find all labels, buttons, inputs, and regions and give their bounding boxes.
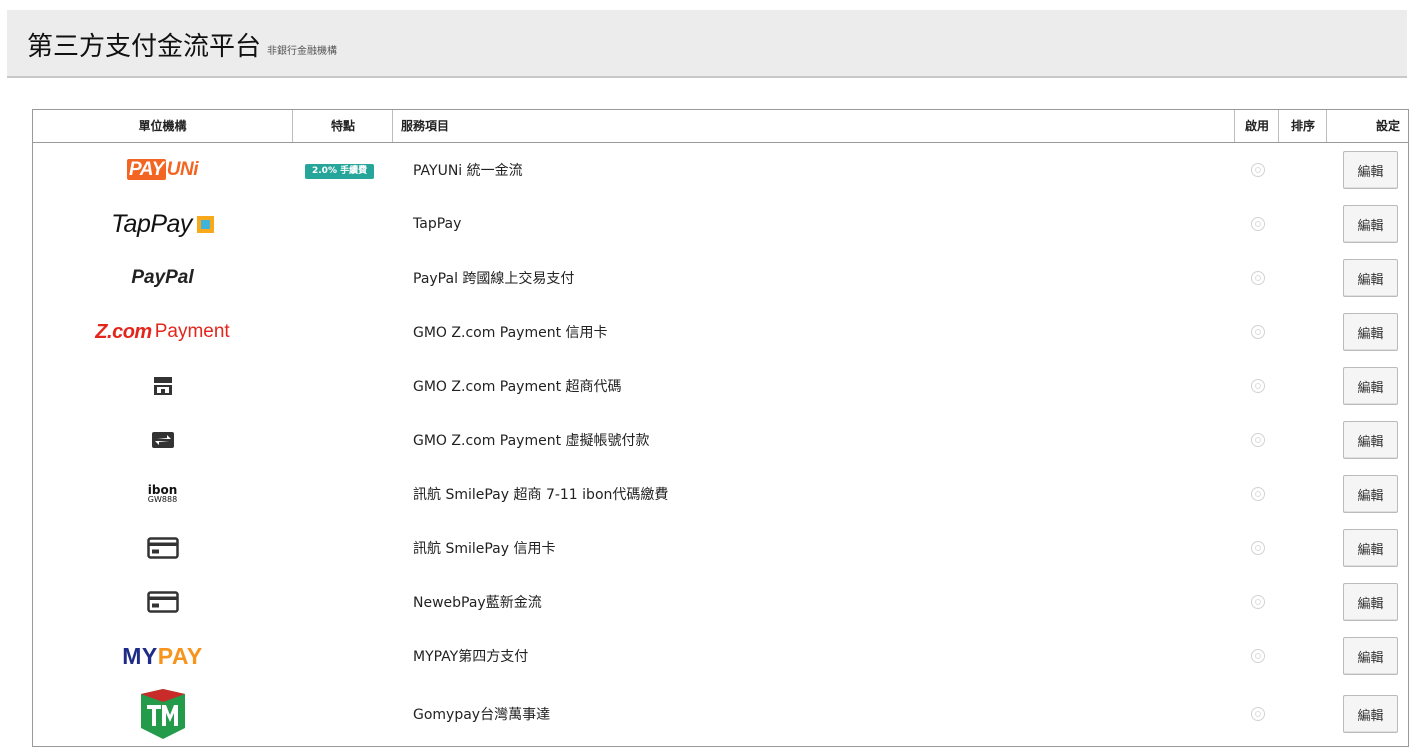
table-row: PayPal PayPal 跨國線上交易支付 編輯 bbox=[33, 251, 1408, 305]
table-row: GMO Z.com Payment 超商代碼 編輯 bbox=[33, 359, 1408, 413]
service-name: PayPal 跨國線上交易支付 bbox=[413, 271, 575, 287]
table-row: MYPAY MYPAY第四方支付 編輯 bbox=[33, 629, 1408, 683]
payuni-logo: PAY UNi bbox=[127, 159, 198, 180]
table-header: 單位機構 特點 服務項目 啟用 排序 設定 bbox=[33, 110, 1408, 143]
service-name: TapPay bbox=[413, 216, 462, 232]
enable-radio[interactable] bbox=[1251, 595, 1265, 609]
page-header: 第三方支付金流平台 非銀行金融機構 bbox=[7, 10, 1407, 78]
enable-radio[interactable] bbox=[1251, 379, 1265, 393]
table-row: ibon GW888 訊航 SmilePay 超商 7-11 ibon代碼繳費 … bbox=[33, 467, 1408, 521]
edit-button[interactable]: 編輯 bbox=[1343, 259, 1398, 297]
credit-card-icon bbox=[146, 537, 179, 559]
table-row: Gomypay台灣萬事達 編輯 bbox=[33, 683, 1408, 745]
edit-button[interactable]: 編輯 bbox=[1343, 151, 1398, 189]
service-name: NewebPay藍新金流 bbox=[413, 595, 542, 611]
column-header-settings: 設定 bbox=[1326, 110, 1408, 142]
zcom-payment-logo: Z.com Payment bbox=[95, 320, 230, 343]
service-name: Gomypay台灣萬事達 bbox=[413, 707, 551, 723]
edit-button[interactable]: 編輯 bbox=[1343, 421, 1398, 459]
credit-card-icon bbox=[146, 591, 179, 613]
edit-button[interactable]: 編輯 bbox=[1343, 367, 1398, 405]
edit-button[interactable]: 編輯 bbox=[1343, 529, 1398, 567]
enable-radio[interactable] bbox=[1251, 163, 1265, 177]
transfer-icon bbox=[151, 432, 174, 448]
table-row: GMO Z.com Payment 虛擬帳號付款 編輯 bbox=[33, 413, 1408, 467]
enable-radio[interactable] bbox=[1251, 707, 1265, 721]
service-name: 訊航 SmilePay 超商 7-11 ibon代碼繳費 bbox=[413, 487, 669, 503]
service-name: MYPAY第四方支付 bbox=[413, 649, 529, 665]
service-name: GMO Z.com Payment 超商代碼 bbox=[413, 379, 622, 395]
table-row: TapPay TapPay 編輯 bbox=[33, 197, 1408, 251]
table-row: PAY UNi 2.0% 手續費 PAYUNi 統一金流 編輯 bbox=[33, 143, 1408, 197]
page-subtitle: 非銀行金融機構 bbox=[267, 46, 338, 57]
edit-button[interactable]: 編輯 bbox=[1343, 475, 1398, 513]
service-name: GMO Z.com Payment 信用卡 bbox=[413, 325, 608, 341]
service-name: GMO Z.com Payment 虛擬帳號付款 bbox=[413, 433, 650, 449]
page-title: 第三方支付金流平台 非銀行金融機構 bbox=[27, 32, 338, 62]
edit-button[interactable]: 編輯 bbox=[1343, 205, 1398, 243]
column-header-unit: 單位機構 bbox=[138, 119, 187, 133]
paypal-logo: PayPal bbox=[131, 267, 194, 288]
store-icon bbox=[153, 377, 172, 395]
payment-table: 單位機構 特點 服務項目 啟用 排序 設定 PAY UNi 2.0% 手續費 PA… bbox=[32, 109, 1409, 747]
service-name: 訊航 SmilePay 信用卡 bbox=[413, 541, 556, 557]
enable-radio[interactable] bbox=[1251, 487, 1265, 501]
enable-radio[interactable] bbox=[1251, 649, 1265, 663]
column-header-feature: 特點 bbox=[292, 110, 393, 142]
enable-radio[interactable] bbox=[1251, 217, 1265, 231]
column-header-order: 排序 bbox=[1278, 110, 1327, 142]
enable-radio[interactable] bbox=[1251, 541, 1265, 555]
service-name: PAYUNi 統一金流 bbox=[413, 163, 523, 179]
column-header-enable: 啟用 bbox=[1234, 110, 1279, 142]
edit-button[interactable]: 編輯 bbox=[1343, 637, 1398, 675]
column-header-service: 服務項目 bbox=[392, 110, 1234, 142]
enable-radio[interactable] bbox=[1251, 325, 1265, 339]
edit-button[interactable]: 編輯 bbox=[1343, 695, 1398, 733]
tappay-logo: TapPay bbox=[33, 197, 292, 251]
enable-radio[interactable] bbox=[1251, 271, 1265, 285]
table-row: NewebPay藍新金流 編輯 bbox=[33, 575, 1408, 629]
table-row: Z.com Payment GMO Z.com Payment 信用卡 編輯 bbox=[33, 305, 1408, 359]
edit-button[interactable]: 編輯 bbox=[1343, 583, 1398, 621]
tm-logo bbox=[140, 689, 185, 739]
ibon-logo: ibon GW888 bbox=[147, 483, 178, 504]
mypay-logo: MYPAY bbox=[122, 642, 203, 669]
table-row: 訊航 SmilePay 信用卡 編輯 bbox=[33, 521, 1408, 575]
fee-badge: 2.0% 手續費 bbox=[305, 164, 375, 179]
enable-radio[interactable] bbox=[1251, 433, 1265, 447]
edit-button[interactable]: 編輯 bbox=[1343, 313, 1398, 351]
